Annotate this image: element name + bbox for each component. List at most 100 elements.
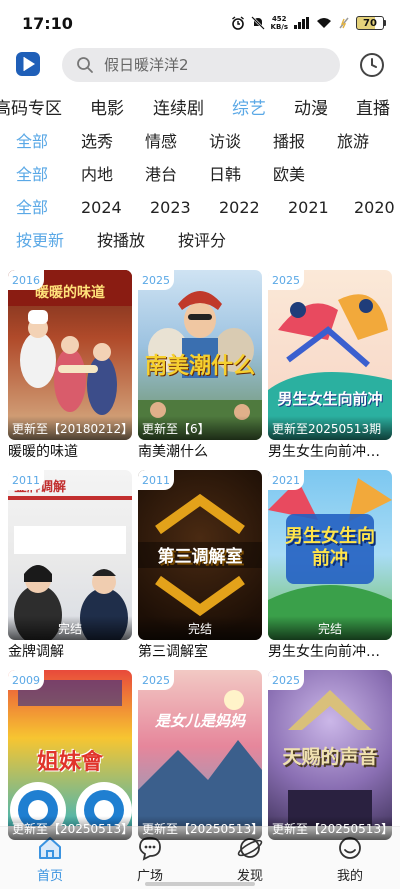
tab-hd-zone[interactable]: 高码专区 [0, 95, 62, 123]
year-2020[interactable]: 2020 [354, 194, 395, 222]
region-all[interactable]: 全部 [16, 161, 48, 189]
poster-artwork [8, 496, 132, 640]
year-badge: 2021 [268, 470, 304, 490]
charging-icon [339, 17, 349, 29]
show-poster[interactable]: 男生女生向前冲 2021 完结 [268, 470, 392, 640]
show-card[interactable]: 是女儿是妈妈 2025 更新至【20250513】 [138, 670, 262, 840]
year-filters: 全部 2024 2023 2022 2021 2020 [0, 194, 400, 222]
show-title[interactable]: 男生女生向前冲… [268, 441, 392, 463]
year-all[interactable]: 全部 [16, 194, 48, 222]
app-logo-icon[interactable] [16, 52, 40, 76]
update-status: 更新至【20250513】 [268, 816, 392, 840]
show-card[interactable]: 暖暖的味道 2016 更新至【20180212】 暖暖的味道 [8, 270, 132, 463]
search-input[interactable] [104, 56, 324, 74]
year-badge: 2016 [8, 270, 44, 290]
year-badge: 2011 [138, 470, 174, 490]
poster-title-text: 南美潮什么 [144, 354, 255, 379]
update-status: 更新至【6】 [138, 416, 262, 440]
genre-all[interactable]: 全部 [16, 128, 48, 156]
tab-variety[interactable]: 综艺 [232, 95, 266, 123]
show-title[interactable]: 南美潮什么 [138, 441, 262, 463]
alarm-icon [231, 16, 244, 30]
show-title[interactable]: 金牌调解 [8, 641, 132, 663]
show-poster[interactable]: 暖暖的味道 2016 更新至【20180212】 [8, 270, 132, 440]
show-card[interactable]: 南美潮什么 2025 更新至【6】 南美潮什么 [138, 270, 262, 463]
update-status: 更新至【20180212】 [8, 416, 132, 440]
sort-by-plays[interactable]: 按播放 [97, 227, 145, 255]
category-tabs: 高码专区 电影 连续剧 综艺 动漫 直播 [0, 95, 400, 123]
genre-news[interactable]: 播报 [273, 128, 305, 156]
show-card[interactable]: 男生女生向前冲 2025 更新至20250513期 男生女生向前冲… [268, 270, 392, 463]
show-poster[interactable]: 姐妹會 2009 更新至【20250513】 [8, 670, 132, 840]
sort-by-update[interactable]: 按更新 [16, 227, 64, 255]
poster-title-text: 姐妹會 [36, 750, 103, 775]
show-card[interactable]: 姐妹會 2009 更新至【20250513】 [8, 670, 132, 840]
year-badge: 2025 [138, 270, 174, 290]
network-speed: 452 KB/s [271, 15, 288, 31]
year-2021[interactable]: 2021 [288, 194, 329, 222]
history-clock-icon[interactable] [358, 51, 386, 79]
genre-talkshow[interactable]: 访谈 [209, 128, 241, 156]
year-2024[interactable]: 2024 [81, 194, 122, 222]
mute-bell-icon [250, 16, 265, 30]
region-western[interactable]: 欧美 [273, 161, 305, 189]
poster-title-text: 男生女生向前冲 [277, 390, 383, 408]
sort-filters: 按更新 按播放 按评分 [0, 227, 400, 255]
net-speed-value: 452 [271, 15, 287, 23]
tab-series[interactable]: 连续剧 [153, 95, 204, 123]
show-poster[interactable]: 是女儿是妈妈 2025 更新至【20250513】 [138, 670, 262, 840]
update-status: 完结 [138, 616, 262, 640]
region-jp-kr[interactable]: 日韩 [209, 161, 241, 189]
region-mainland[interactable]: 内地 [81, 161, 113, 189]
tab-movies[interactable]: 电影 [90, 95, 124, 123]
show-card[interactable]: 第三调解室 2011 完结 第三调解室 [138, 470, 262, 663]
update-status: 完结 [8, 616, 132, 640]
show-card[interactable]: 天赐的声音 2025 更新至【20250513】 [268, 670, 392, 840]
home-indicator[interactable] [145, 882, 255, 886]
signal-icon [294, 17, 309, 29]
show-title[interactable]: 暖暖的味道 [8, 441, 132, 463]
show-poster[interactable]: 男生女生向前冲 2025 更新至20250513期 [268, 270, 392, 440]
tab-anime[interactable]: 动漫 [294, 95, 328, 123]
genre-talent[interactable]: 选秀 [81, 128, 113, 156]
status-time: 17:10 [22, 13, 73, 33]
nav-home-label: 首页 [36, 869, 63, 884]
tab-live[interactable]: 直播 [356, 95, 390, 123]
sort-by-rating[interactable]: 按评分 [178, 227, 226, 255]
show-card[interactable]: 金牌调解 2011 完结 金牌调解 [8, 470, 132, 663]
update-status: 更新至【20250513】 [138, 816, 262, 840]
show-poster[interactable]: 天赐的声音 2025 更新至【20250513】 [268, 670, 392, 840]
region-hk-tw[interactable]: 港台 [145, 161, 177, 189]
update-status: 更新至20250513期 [268, 416, 392, 440]
status-icons: 452 KB/s 70 [231, 15, 386, 31]
nav-mine-label: 我的 [336, 869, 363, 884]
year-badge: 2011 [8, 470, 44, 490]
poster-artwork [268, 294, 392, 440]
show-poster[interactable]: 金牌调解 2011 完结 [8, 470, 132, 640]
status-bar: 17:10 452 KB/s 70 [0, 0, 400, 46]
genre-romance[interactable]: 情感 [145, 128, 177, 156]
battery-indicator: 70 [356, 16, 386, 30]
show-poster[interactable]: 第三调解室 2011 完结 [138, 470, 262, 640]
update-status: 完结 [268, 616, 392, 640]
year-2022[interactable]: 2022 [219, 194, 260, 222]
net-speed-unit: KB/s [270, 23, 288, 31]
show-title[interactable]: 男生女生向前冲… [268, 641, 392, 663]
show-poster[interactable]: 南美潮什么 2025 更新至【6】 [138, 270, 262, 440]
show-card[interactable]: 男生女生向前冲 2021 完结 男生女生向前冲… [268, 470, 392, 663]
battery-tip [384, 20, 386, 26]
header [0, 46, 400, 86]
region-filters: 全部 内地 港台 日韩 欧美 [0, 161, 400, 189]
year-2023[interactable]: 2023 [150, 194, 191, 222]
year-badge: 2009 [8, 670, 44, 690]
poster-title-text: 男生女生向前冲 [285, 526, 375, 569]
poster-artwork [138, 690, 262, 840]
search-bar[interactable] [62, 48, 340, 82]
year-badge: 2025 [268, 270, 304, 290]
genre-travel[interactable]: 旅游 [337, 128, 369, 156]
poster-title-text: 是女儿是妈妈 [154, 712, 245, 730]
poster-title-text: 天赐的声音 [282, 746, 378, 768]
show-title[interactable]: 第三调解室 [138, 641, 262, 663]
genre-filters: 全部 选秀 情感 访谈 播报 旅游 [0, 128, 400, 156]
poster-title-text: 第三调解室 [157, 547, 243, 567]
